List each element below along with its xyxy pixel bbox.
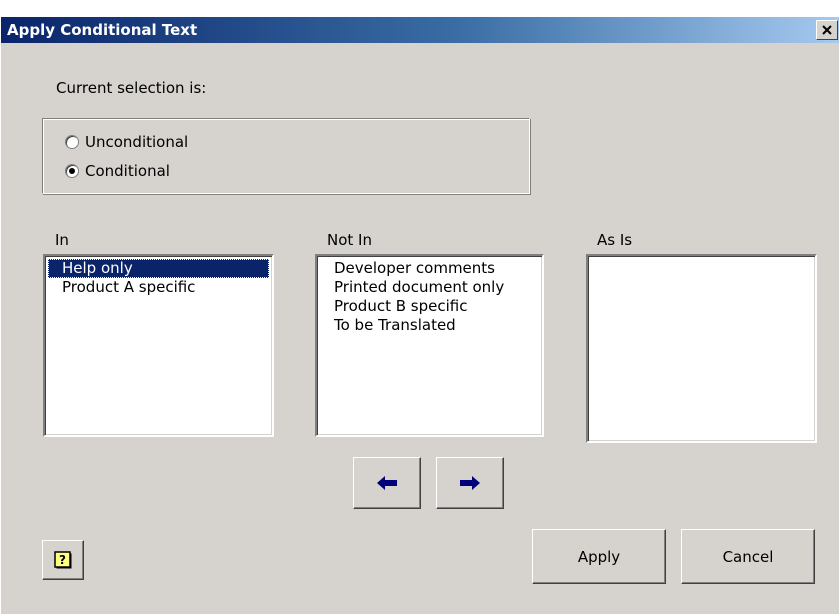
not-in-listbox[interactable]: Developer comments Printed document only… [315,254,544,437]
as-is-listbox[interactable] [586,254,817,443]
svg-text:?: ? [59,553,66,567]
as-is-list-label: As Is [597,231,633,249]
help-question-icon: ? [54,551,72,569]
apply-button-label: Apply [577,547,621,566]
in-listbox[interactable]: Help only Product A specific [43,254,274,437]
not-in-list-label: Not In [327,231,372,249]
list-item-product-a-specific[interactable]: Product A specific [48,278,269,297]
apply-conditional-text-dialog: Apply Conditional Text Current selection… [0,17,839,614]
dialog-title: Apply Conditional Text [7,21,198,39]
close-icon [822,25,832,35]
list-item-help-only[interactable]: Help only [48,259,269,278]
help-button[interactable]: ? [42,540,84,580]
radio-button-conditional[interactable] [65,164,79,178]
arrow-left-icon [377,476,397,490]
cancel-button-label: Cancel [722,547,774,566]
radio-unconditional[interactable]: Unconditional [65,133,188,151]
selection-group: Unconditional Conditional [42,118,530,194]
in-list-label: In [55,231,69,249]
arrow-right-icon [460,476,480,490]
title-bar[interactable]: Apply Conditional Text [1,17,839,43]
list-item-developer-comments[interactable]: Developer comments [320,259,539,278]
radio-conditional-label: Conditional [85,162,170,180]
list-item-product-b-specific[interactable]: Product B specific [320,297,539,316]
radio-button-unconditional[interactable] [65,135,79,149]
current-selection-label: Current selection is: [56,79,207,97]
radio-unconditional-label: Unconditional [85,133,189,151]
radio-conditional[interactable]: Conditional [65,162,170,180]
cancel-button[interactable]: Cancel [681,529,815,584]
move-left-button[interactable] [353,457,421,509]
radio-checked-dot [69,168,75,174]
apply-button[interactable]: Apply [532,529,666,584]
list-item-printed-document-only[interactable]: Printed document only [320,278,539,297]
close-button[interactable] [816,20,838,40]
move-right-button[interactable] [436,457,504,509]
list-item-to-be-translated[interactable]: To be Translated [320,316,539,335]
